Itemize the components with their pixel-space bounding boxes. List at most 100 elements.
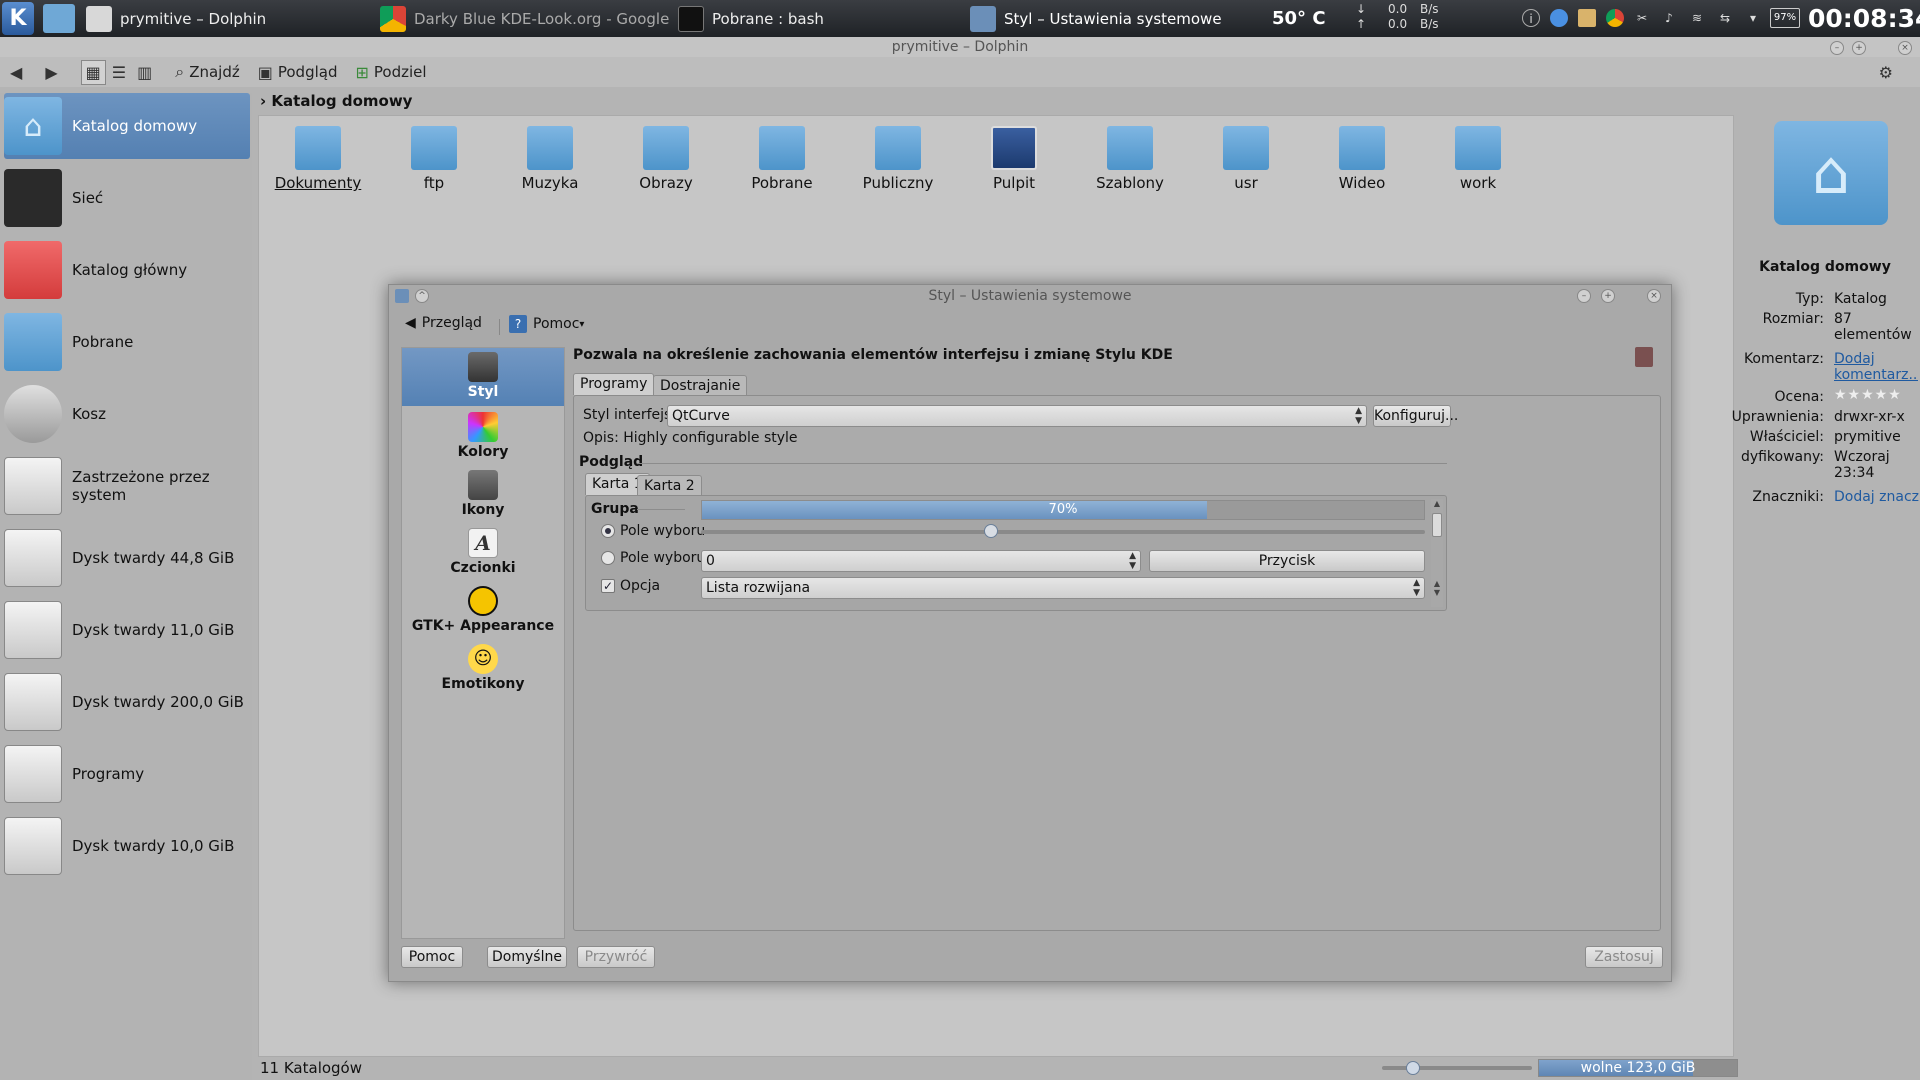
fonts-icon: A [468, 528, 498, 558]
scrollbar-thumb[interactable] [1432, 513, 1442, 537]
place-downloads[interactable]: Pobrane [4, 309, 250, 375]
zoom-slider-handle[interactable] [1406, 1061, 1420, 1075]
tab-content [573, 395, 1661, 931]
preview-combo[interactable]: Lista rozwijana ▲ ▼ [701, 577, 1425, 599]
notes-icon[interactable] [1578, 9, 1596, 27]
preview-tab-2[interactable]: Karta 2 [637, 475, 702, 495]
breadcrumb[interactable]: › Katalog domowy [260, 92, 412, 110]
gear-icon[interactable]: ⚙ [1879, 63, 1898, 82]
help-menu-button[interactable]: ? Pomoc ▾ [509, 315, 584, 333]
place-disk-44[interactable]: Dysk twardy 44,8 GiB [4, 525, 250, 591]
add-comment-link[interactable]: Dodaj komentarz... [1834, 351, 1918, 383]
preview-slider[interactable] [701, 524, 1425, 538]
place-network[interactable]: Sieć [4, 165, 250, 231]
task-dolphin[interactable]: prymitive – Dolphin [86, 0, 356, 37]
minimize-icon[interactable]: – [1577, 289, 1591, 303]
close-icon[interactable]: × [1898, 41, 1912, 55]
zoom-slider[interactable] [1382, 1061, 1532, 1075]
kde-menu-icon[interactable]: K [2, 2, 34, 35]
task-system-settings[interactable]: Styl – Ustawienia systemowe [970, 0, 1230, 37]
maximize-icon[interactable]: + [1852, 41, 1866, 55]
place-programs[interactable]: Programy [4, 741, 250, 807]
preview-button[interactable]: ▣ Podgląd [258, 63, 338, 82]
tab-fine-tuning[interactable]: Dostrajanie [653, 375, 748, 395]
clock[interactable]: 00:08:34 [1808, 4, 1920, 33]
category-gtk[interactable]: GTK+ Appearance [402, 582, 564, 640]
place-disk-200[interactable]: Dysk twardy 200,0 GiB [4, 669, 250, 735]
gtk-gnome-icon [468, 586, 498, 616]
apply-button[interactable]: Zastosuj [1585, 946, 1663, 968]
tab-applications[interactable]: Programy [573, 373, 655, 395]
info-modified-value: Wczoraj 23:34 [1834, 449, 1890, 481]
category-fonts[interactable]: A Czcionki [402, 524, 564, 582]
configure-button[interactable]: Konfiguruj... [1373, 405, 1458, 427]
category-emoticons[interactable]: ☺ Emotikony [402, 640, 564, 698]
overview-button[interactable]: ◀ Przegląd [405, 315, 482, 331]
task-chrome[interactable]: Darky Blue KDE-Look.org - Google Chr [380, 0, 670, 37]
reset-button[interactable]: Przywróć [577, 946, 655, 968]
wifi-icon[interactable]: ≋ [1688, 9, 1706, 27]
file-item[interactable]: Muzyka [500, 126, 600, 192]
weather-icon[interactable] [1550, 9, 1568, 27]
icons-view-icon[interactable]: ▦ [80, 59, 106, 85]
rating-stars[interactable]: ★★★★★ [1834, 387, 1902, 403]
minimize-icon[interactable]: – [1830, 41, 1844, 55]
category-colors[interactable]: Kolory [402, 408, 564, 466]
preview-scrollbar[interactable]: ▲ ▲ ▼ [1431, 499, 1443, 607]
place-disk-10[interactable]: Dysk twardy 10,0 GiB [4, 813, 250, 879]
columns-view-icon[interactable]: ▥ [137, 63, 157, 82]
style-combo[interactable]: QtCurve ▲ ▼ [667, 405, 1367, 427]
file-item[interactable]: Wideo [1312, 126, 1412, 192]
file-item[interactable]: work [1428, 126, 1528, 192]
info-icon[interactable]: i [1522, 9, 1540, 27]
pin-icon[interactable]: ^ [415, 289, 429, 303]
slider-handle[interactable] [983, 524, 998, 538]
preview-push-button[interactable]: Przycisk [1149, 550, 1425, 572]
details-view-icon[interactable]: ☰ [112, 63, 131, 82]
place-trash[interactable]: Kosz [4, 381, 250, 447]
file-item[interactable]: usr [1196, 126, 1296, 192]
find-button[interactable]: ⌕ Znajdź [175, 62, 240, 82]
option-checkbox[interactable]: ✓ [601, 579, 615, 593]
add-tags-link[interactable]: Dodaj znacz [1834, 489, 1919, 505]
forward-arrow-icon[interactable]: ▶ [45, 63, 62, 82]
status-items-count: 11 Katalogów [260, 1059, 363, 1077]
folder-launcher-icon[interactable] [43, 4, 75, 33]
help-button[interactable]: Pomoc [401, 946, 463, 968]
radio-button-2[interactable] [601, 551, 615, 565]
place-home[interactable]: ⌂ Katalog domowy [4, 93, 250, 159]
network-icon[interactable]: ⇆ [1716, 9, 1734, 27]
file-item[interactable]: ftp [384, 126, 484, 192]
spin-box[interactable]: 0 ▲ ▼ [701, 550, 1141, 572]
defaults-button[interactable]: Domyślne [487, 946, 567, 968]
scroll-down-icon[interactable]: ▲ ▼ [1431, 579, 1443, 597]
folder-icon [295, 126, 341, 170]
chrome-tray-icon[interactable] [1606, 9, 1624, 27]
close-icon[interactable]: × [1647, 289, 1661, 303]
information-panel: ⌂ Katalog domowy Typ: Katalog Rozmiar: 8… [1732, 93, 1920, 1080]
file-item[interactable]: Publiczny [848, 126, 948, 192]
file-item[interactable]: Dokumenty [268, 126, 368, 192]
scroll-up-icon[interactable]: ▲ [1431, 499, 1443, 508]
file-item[interactable]: Obrazy [616, 126, 716, 192]
battery-icon[interactable]: 97% [1770, 8, 1800, 28]
place-disk-11[interactable]: Dysk twardy 11,0 GiB [4, 597, 250, 663]
task-terminal[interactable]: Pobrane : bash [678, 0, 928, 37]
back-arrow-icon[interactable]: ◀ [10, 63, 27, 82]
file-item[interactable]: Pulpit [964, 126, 1064, 192]
place-system-reserved[interactable]: Zastrzeżone przez system [4, 453, 250, 519]
volume-icon[interactable]: ♪ [1660, 9, 1678, 27]
split-button[interactable]: ⊞ Podziel [355, 63, 426, 82]
category-icons[interactable]: Ikony [402, 466, 564, 524]
file-item[interactable]: Pobrane [732, 126, 832, 192]
preview-label: Podgląd [579, 454, 644, 470]
tools-icon[interactable]: ✂ [1633, 9, 1651, 27]
tray-expand-icon[interactable]: ▾ [1744, 9, 1762, 27]
category-style[interactable]: Styl [402, 348, 564, 406]
maximize-icon[interactable]: + [1601, 289, 1615, 303]
place-root[interactable]: Katalog główny [4, 237, 250, 303]
icons-icon [468, 470, 498, 500]
info-modified-label: dyfikowany: [1740, 449, 1824, 465]
radio-button-1[interactable] [601, 524, 615, 538]
file-item[interactable]: Szablony [1080, 126, 1180, 192]
